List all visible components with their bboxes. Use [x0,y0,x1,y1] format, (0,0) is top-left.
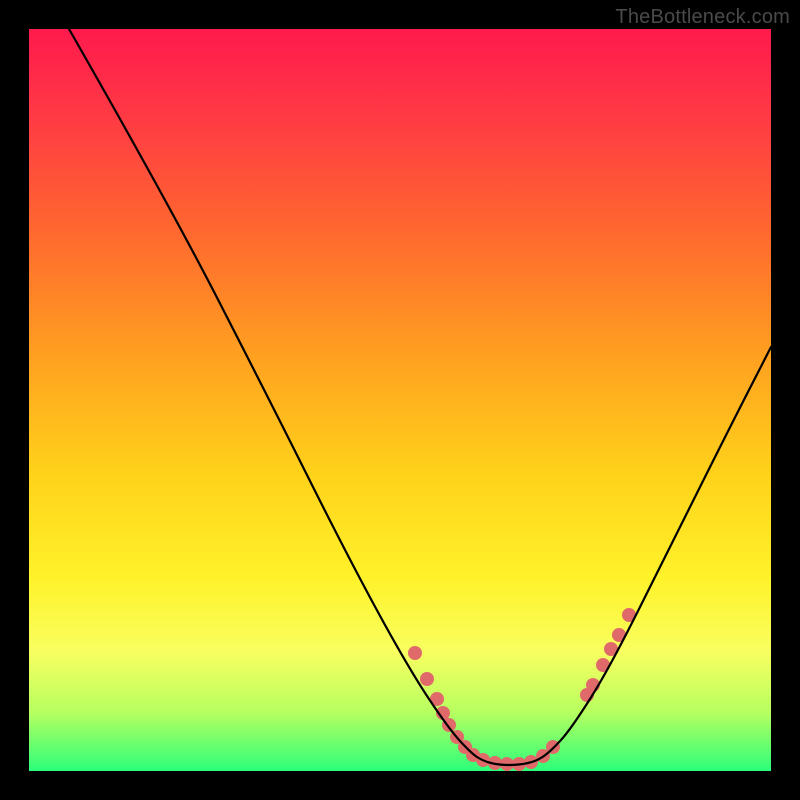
watermark-text: TheBottleneck.com [615,6,790,29]
chart-stage: TheBottleneck.com [0,0,800,800]
heat-gradient-background [29,29,771,771]
plot-area [29,29,771,771]
